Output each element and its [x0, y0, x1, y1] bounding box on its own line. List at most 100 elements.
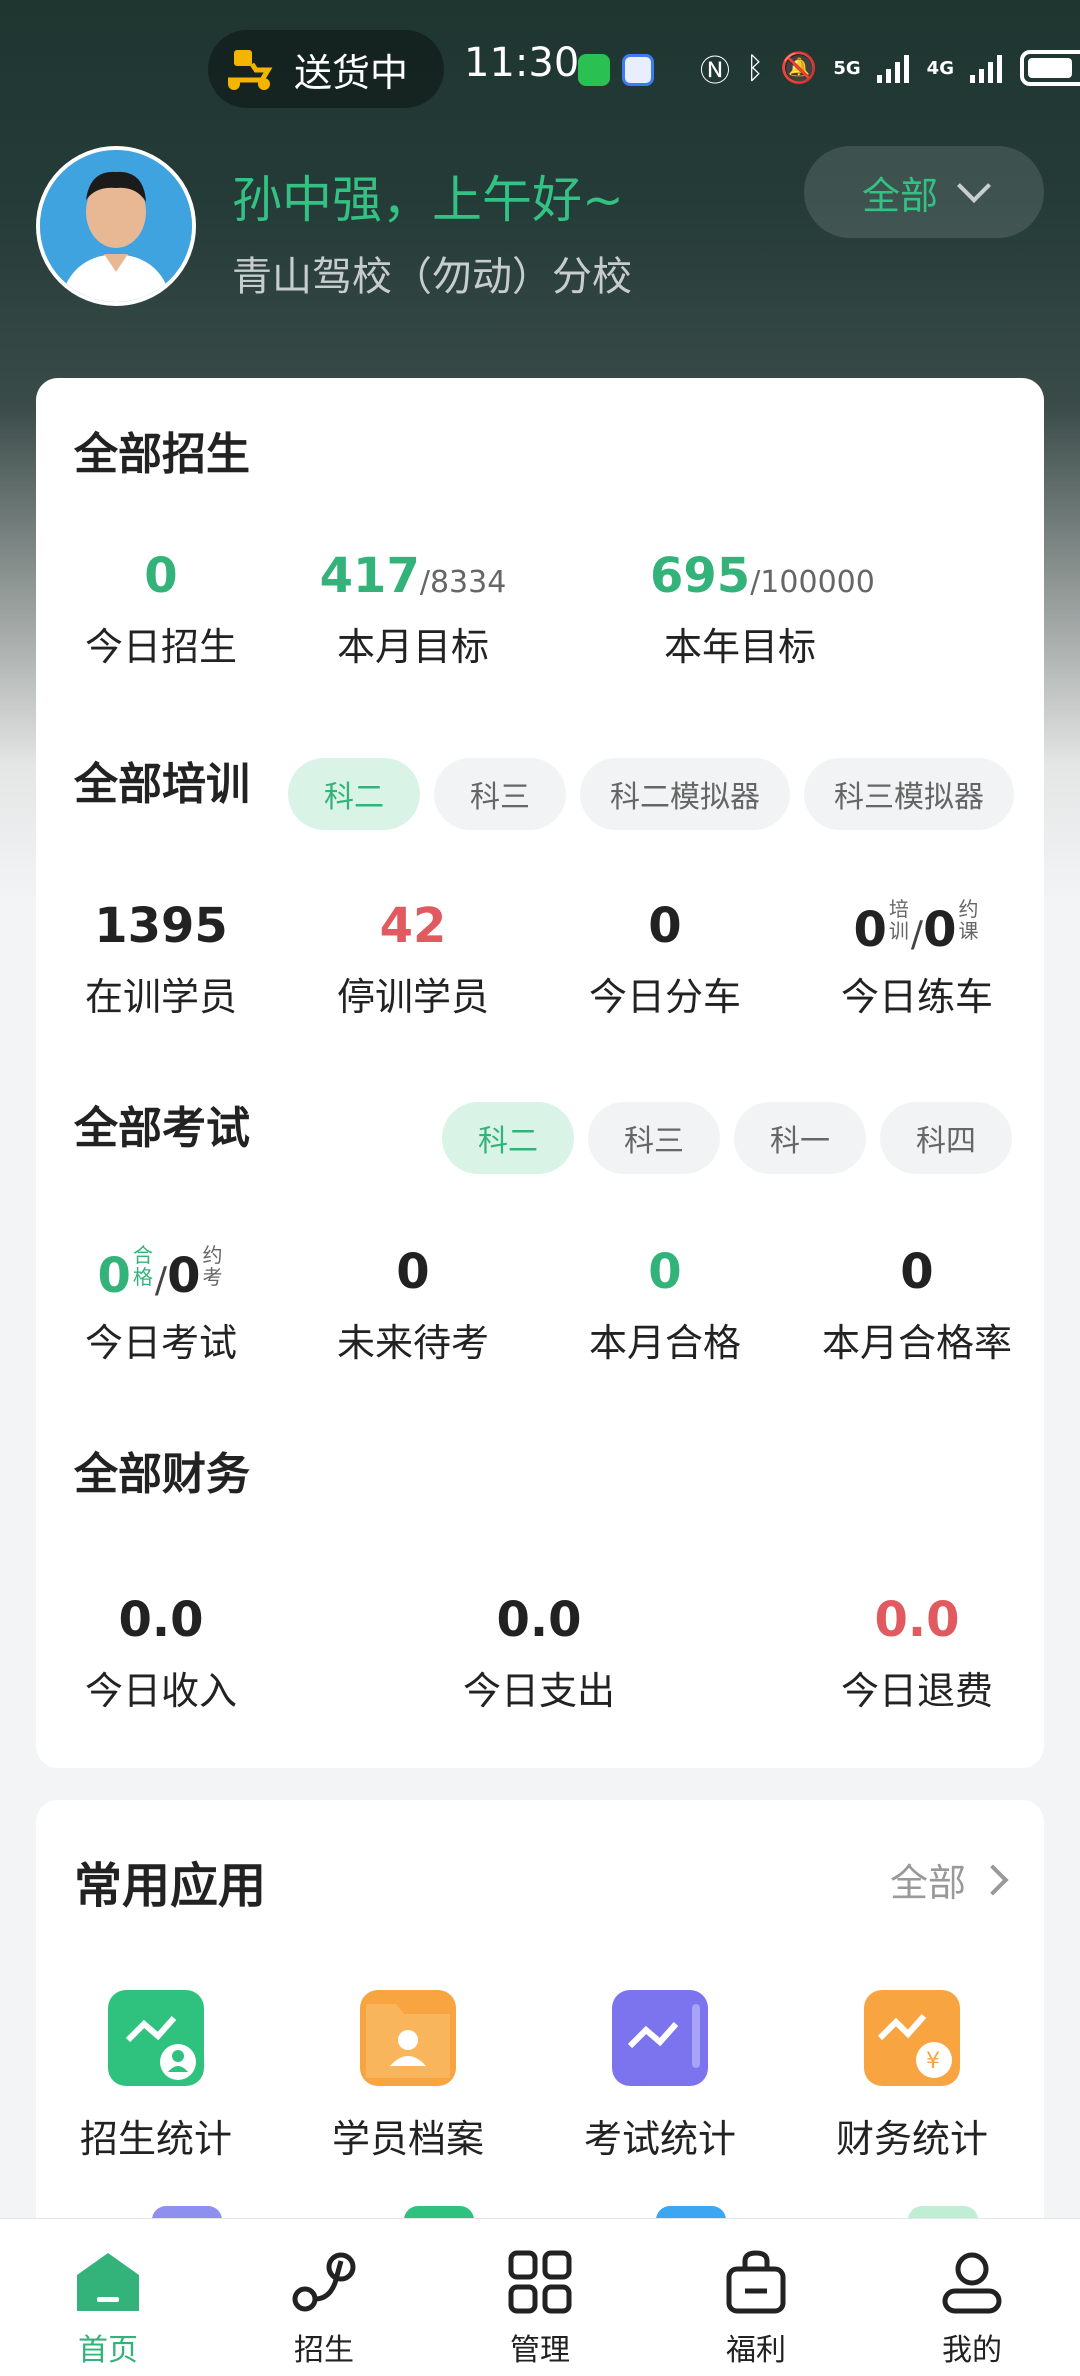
avatar[interactable] [36, 146, 196, 306]
clock: 11:30 [464, 40, 580, 86]
tab-training-subject2-simulator[interactable]: 科二模拟器 [580, 758, 790, 830]
nav-profile[interactable]: 我的 [864, 2219, 1080, 2376]
stat-value: 0.0 [874, 1592, 960, 1648]
app-enrollment-stats[interactable]: 招生统计 [46, 1990, 266, 2163]
tab-exam-subject3[interactable]: 科三 [588, 1102, 720, 1174]
stat-label: 本月目标 [336, 625, 489, 669]
nav-label: 首页 [78, 2333, 138, 2368]
manage-grid-icon [505, 2247, 575, 2317]
stat-today-assign[interactable]: 0 今日分车 [540, 898, 790, 1021]
stat-today-income[interactable]: 0.0 今日收入 [36, 1592, 286, 1715]
tab-exam-subject4[interactable]: 科四 [880, 1102, 1012, 1174]
app-label: 考试统计 [583, 2117, 736, 2161]
greeting-text: 孙中强，上午好~ [232, 171, 624, 229]
campus-filter-dropdown[interactable]: 全部 [804, 146, 1044, 238]
stat-value: 42 [379, 898, 447, 954]
stat-label: 本年目标 [664, 625, 817, 669]
wechat-icon [578, 54, 610, 86]
stat-value-total: /8334 [419, 565, 507, 600]
stat-today-practice[interactable]: 0 培训/0 约课 今日练车 [792, 898, 1042, 1021]
stat-value: 0 [144, 548, 178, 604]
nav-label: 福利 [726, 2333, 786, 2368]
tab-training-subject2[interactable]: 科二 [288, 758, 420, 830]
tag-char: 约 [958, 897, 979, 921]
stat-value: 417/8334 [288, 548, 538, 610]
app-exam-stats[interactable]: 考试统计 [550, 1990, 770, 2163]
stat-value: 0 [648, 1244, 682, 1300]
stat-value: 0.0 [118, 1592, 204, 1648]
profile-icon [937, 2247, 1007, 2317]
app-notification-icon [622, 54, 654, 86]
stat-value-main: 695 [650, 548, 751, 604]
delivery-status-text: 送货中 [294, 50, 409, 95]
bluetooth-icon: ᛒ [746, 50, 764, 86]
tab-training-subject3[interactable]: 科三 [434, 758, 566, 830]
nav-enroll[interactable]: 招生 [216, 2219, 432, 2376]
bag-icon [721, 2247, 791, 2317]
stat-label: 本月合格 [588, 1321, 741, 1365]
stat-value: 0.0 [496, 1592, 582, 1648]
tag-char: 合 [132, 1243, 153, 1267]
nav-benefits[interactable]: 福利 [648, 2219, 864, 2376]
exam-subject-tabs: 科二 科三 科一 科四 [442, 1102, 1012, 1174]
chevron-down-icon [957, 169, 991, 203]
stat-today-refund[interactable]: 0.0 今日退费 [792, 1592, 1042, 1715]
stat-value: 0 [900, 1244, 934, 1300]
stat-today-expense[interactable]: 0.0 今日支出 [414, 1592, 664, 1715]
student-file-icon [360, 1990, 456, 2086]
practice-booked-tag: 约课 [956, 898, 980, 942]
enroll-icon [289, 2247, 359, 2317]
app-student-files[interactable]: 学员档案 [298, 1990, 518, 2163]
exam-booked-tag: 约考 [200, 1244, 224, 1288]
stat-month-pass[interactable]: 0 本月合格 [540, 1244, 790, 1367]
tab-training-subject3-simulator[interactable]: 科三模拟器 [804, 758, 1014, 830]
stat-value-total: /100000 [750, 565, 875, 600]
enrollment-section-title: 全部招生 [74, 429, 250, 480]
separator: / [910, 914, 924, 955]
tab-exam-subject1[interactable]: 科一 [734, 1102, 866, 1174]
campus-filter-label: 全部 [861, 173, 938, 218]
nav-label: 我的 [942, 2333, 1002, 2368]
view-all-label: 全部 [889, 1861, 966, 1905]
network-5g-label: 5G [833, 57, 861, 79]
tag-char: 课 [958, 919, 979, 943]
tag-char: 训 [888, 919, 909, 943]
delivery-status-pill[interactable]: 送货中 [208, 30, 444, 108]
practice-trained-tag: 培训 [887, 898, 911, 942]
nav-home[interactable]: 首页 [0, 2219, 216, 2376]
nav-label: 招生 [294, 2333, 354, 2368]
stat-today-enrollment[interactable]: 0 今日招生 [36, 548, 286, 671]
nav-manage[interactable]: 管理 [432, 2219, 648, 2376]
training-subject-tabs: 科二 科三 科二模拟器 科三模拟器 [288, 758, 1014, 830]
stat-label: 今日支出 [462, 1669, 615, 1713]
stat-label: 今日考试 [84, 1321, 237, 1365]
stat-stopped-training[interactable]: 42 停训学员 [288, 898, 538, 1021]
stat-label: 停训学员 [336, 975, 489, 1019]
exam-passed-tag: 合格 [131, 1244, 155, 1288]
stat-label: 未来待考 [336, 1321, 489, 1365]
tag-char: 约 [202, 1243, 223, 1267]
stat-label: 今日收入 [84, 1669, 237, 1713]
separator: / [154, 1260, 168, 1301]
stat-label: 本月合格率 [821, 1321, 1012, 1365]
battery-icon [1019, 50, 1080, 86]
stat-label: 今日练车 [840, 975, 993, 1019]
stat-year-target[interactable]: 695/100000 本年目标 [540, 548, 1010, 671]
view-all-apps-link[interactable]: 全部 [889, 1852, 1009, 1907]
stat-upcoming-exams[interactable]: 0 未来待考 [288, 1244, 538, 1367]
bottom-nav: 首页 招生 管理 福利 我的 [0, 2218, 1080, 2376]
stat-month-pass-rate[interactable]: 0 本月合格率 [792, 1244, 1042, 1367]
finance-section-title: 全部财务 [74, 1449, 250, 1500]
home-icon [73, 2247, 143, 2317]
tab-exam-subject2[interactable]: 科二 [442, 1102, 574, 1174]
app-label: 财务统计 [835, 2117, 988, 2161]
app-finance-stats[interactable]: ¥ 财务统计 [802, 1990, 1022, 2163]
stat-in-training[interactable]: 1395 在训学员 [36, 898, 286, 1021]
stat-today-exam[interactable]: 0 合格/0 约考 今日考试 [36, 1244, 286, 1367]
app-label: 招生统计 [79, 2117, 232, 2161]
practice-booked-count: 0 [923, 902, 957, 958]
stat-month-target[interactable]: 417/8334 本月目标 [288, 548, 538, 671]
stat-label: 今日招生 [84, 625, 237, 669]
stat-label: 今日退费 [840, 1669, 993, 1713]
exam-section-title: 全部考试 [74, 1103, 250, 1154]
